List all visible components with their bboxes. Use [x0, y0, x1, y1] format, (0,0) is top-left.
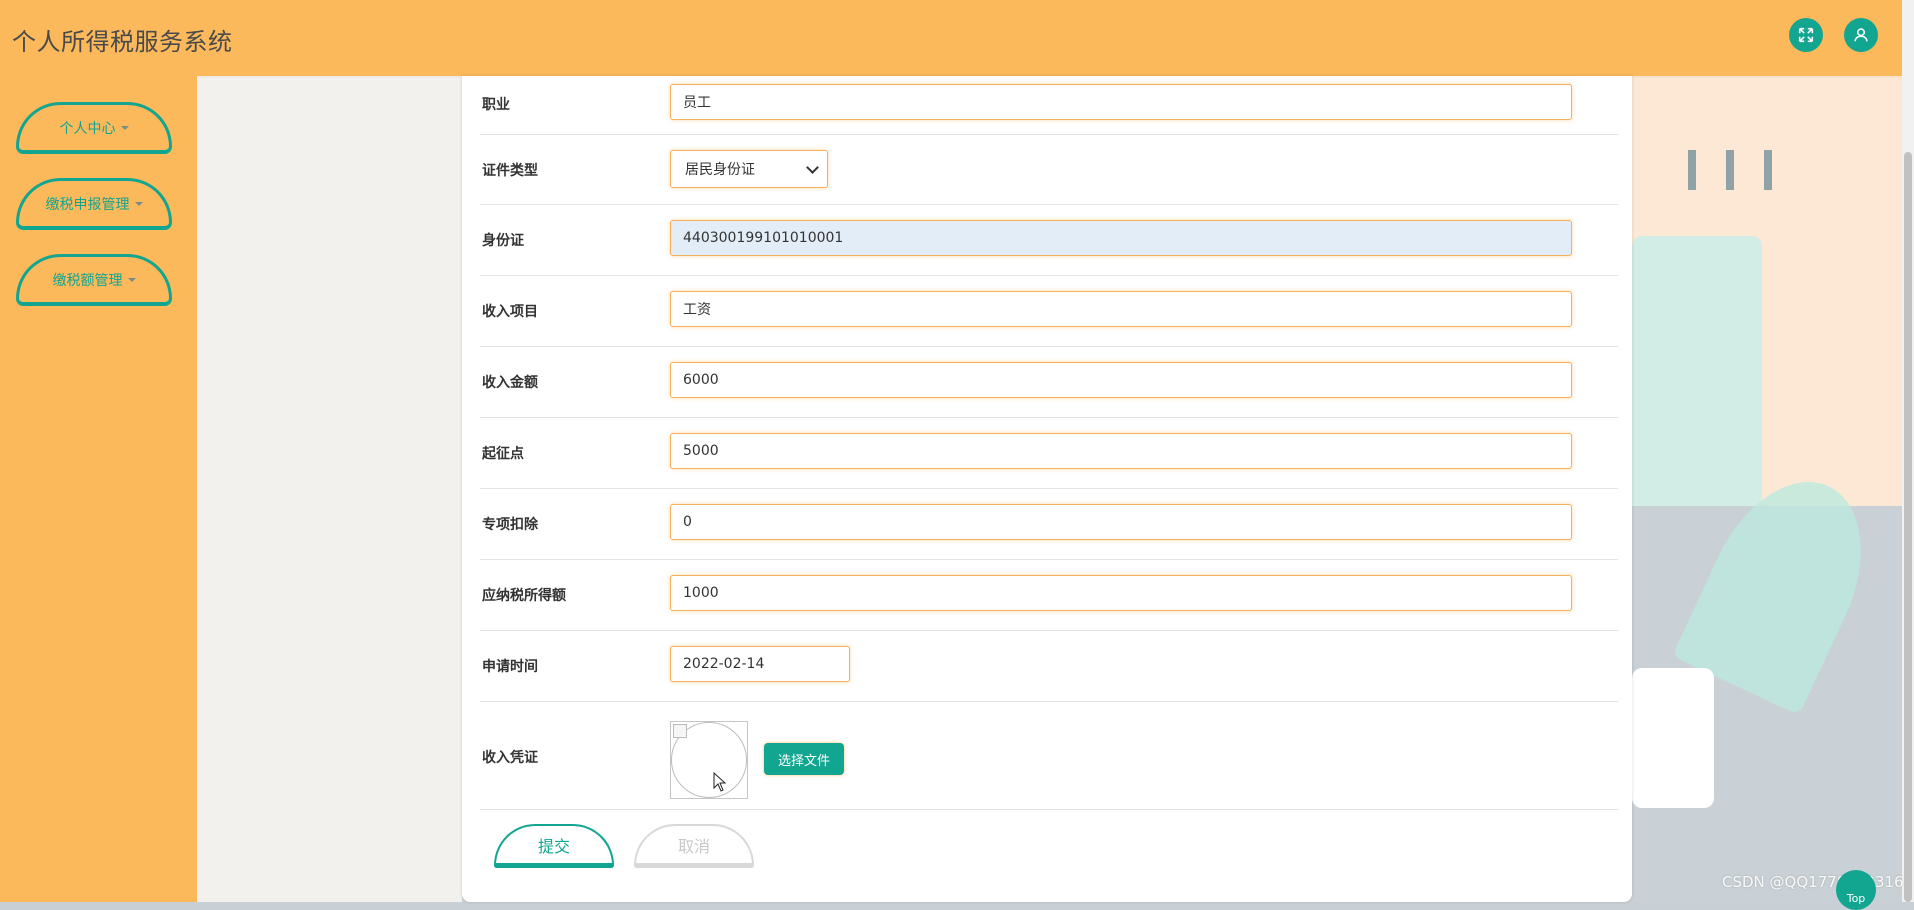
back-to-top-button[interactable]: Top: [1836, 870, 1876, 910]
threshold-label: 起征点: [482, 446, 524, 462]
sidebar-item-label: 个人中心: [59, 120, 116, 137]
sidebar-item-tax-declaration[interactable]: 缴税申报管理: [16, 178, 172, 230]
sidebar-item-personal-center[interactable]: 个人中心: [16, 102, 172, 154]
sidebar-item-tax-amount[interactable]: 缴税额管理: [16, 254, 172, 306]
id-type-label: 证件类型: [482, 163, 538, 179]
fullscreen-button[interactable]: [1789, 18, 1823, 52]
caret-down-icon: [134, 201, 143, 206]
income-amount-label: 收入金额: [482, 375, 538, 391]
form-row-occupation: 职业: [480, 76, 1618, 135]
top-header: 个人所得税服务系统: [0, 0, 1902, 76]
apply-time-label: 申请时间: [482, 659, 538, 675]
id-type-value: 居民身份证: [685, 162, 755, 178]
income-amount-input[interactable]: [670, 362, 1572, 398]
broken-image-icon: [673, 724, 687, 738]
sidebar-item-label: 缴税额管理: [52, 272, 123, 289]
occupation-input[interactable]: [670, 84, 1572, 120]
form-row-taxable-income: 应纳税所得额: [480, 559, 1618, 631]
watermark-text: CSDN @QQ1778253316: [1722, 873, 1904, 891]
form-row-apply-time: 申请时间: [480, 630, 1618, 702]
occupation-label: 职业: [482, 97, 510, 113]
special-deduction-label: 专项扣除: [482, 517, 538, 533]
special-deduction-input[interactable]: [670, 504, 1572, 540]
form-row-income-proof: 收入凭证 选择文件: [480, 701, 1618, 810]
chevron-down-icon: [806, 160, 819, 174]
taxable-income-label: 应纳税所得额: [482, 588, 566, 604]
form-row-threshold: 起征点: [480, 417, 1618, 489]
page-scrollbar[interactable]: [1902, 0, 1914, 902]
caret-down-icon: [127, 277, 136, 282]
apply-time-input[interactable]: [670, 646, 850, 682]
choose-file-button[interactable]: 选择文件: [764, 743, 844, 775]
submit-button[interactable]: 提交: [494, 824, 614, 868]
form-row-income-amount: 收入金额: [480, 346, 1618, 418]
threshold-input[interactable]: [670, 433, 1572, 469]
background-illustration: [1632, 76, 1902, 902]
background-left: [197, 76, 462, 902]
user-button[interactable]: [1844, 18, 1878, 52]
form-row-id-number: 身份证: [480, 204, 1618, 276]
caret-down-icon: [120, 125, 129, 130]
income-item-label: 收入项目: [482, 304, 538, 320]
form-row-id-type: 证件类型 居民身份证: [480, 134, 1618, 205]
user-icon: [1854, 28, 1868, 42]
taxable-income-input[interactable]: [670, 575, 1572, 611]
expand-icon: [1798, 27, 1814, 43]
income-proof-label: 收入凭证: [482, 750, 538, 766]
id-number-label: 身份证: [482, 233, 524, 249]
form-panel: 职业 证件类型 居民身份证 身份证 收入项目 收入金额 起征点 专项扣除 应纳税…: [462, 76, 1632, 902]
form-row-income-item: 收入项目: [480, 275, 1618, 347]
scrollbar-thumb[interactable]: [1904, 152, 1912, 902]
income-item-input[interactable]: [670, 291, 1572, 327]
app-title: 个人所得税服务系统: [12, 28, 233, 56]
back-to-top-label: Top: [1846, 892, 1866, 905]
sidebar-item-label: 缴税申报管理: [45, 196, 130, 213]
form-row-special-deduction: 专项扣除: [480, 488, 1618, 560]
sidebar: 个人中心 缴税申报管理 缴税额管理: [0, 76, 197, 902]
id-number-input[interactable]: [670, 220, 1572, 256]
id-type-select[interactable]: 居民身份证: [670, 150, 828, 188]
proof-image-preview[interactable]: [670, 721, 748, 799]
mouse-cursor-icon: [713, 772, 727, 792]
cancel-button[interactable]: 取消: [634, 824, 754, 868]
